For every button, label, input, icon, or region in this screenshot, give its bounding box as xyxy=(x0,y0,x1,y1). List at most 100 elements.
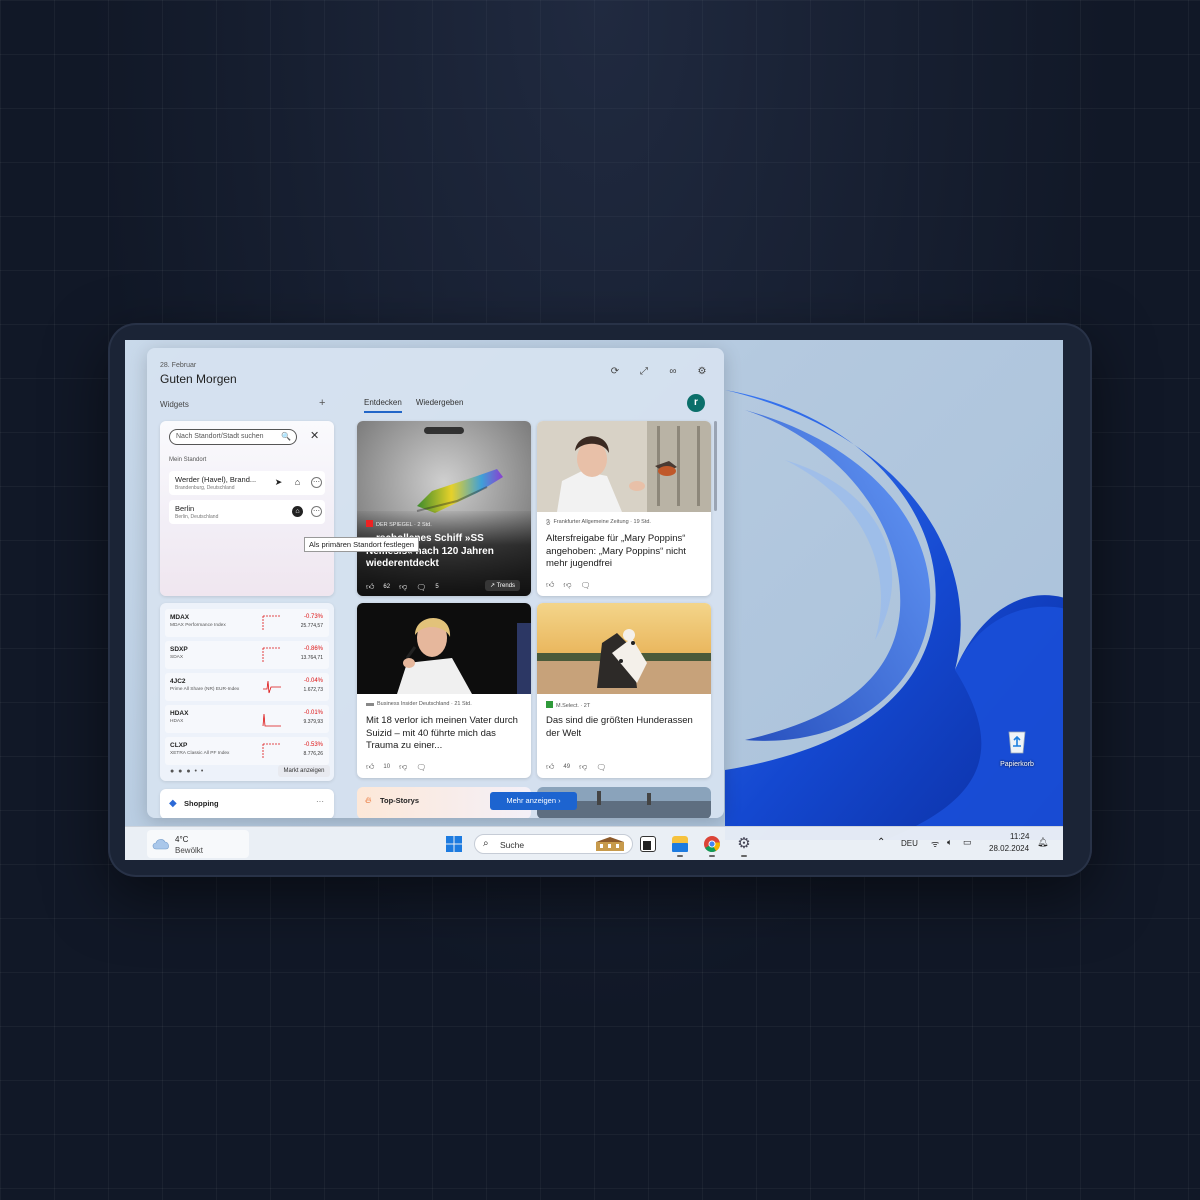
stock-sparkline xyxy=(263,680,281,694)
news-headline[interactable]: Mit 18 verlor ich meinen Vater durch Sui… xyxy=(366,715,526,753)
shopping-label: Shopping xyxy=(184,799,219,808)
trends-badge[interactable]: ↗ Trends xyxy=(485,580,521,591)
add-widget-button[interactable]: + xyxy=(319,397,325,409)
stock-symbol: HDAX xyxy=(170,710,189,717)
speaker-icon[interactable]: 🔈︎ xyxy=(947,837,952,848)
running-indicator xyxy=(741,855,747,857)
thumbs-down-icon[interactable]: 👎︎ xyxy=(399,582,407,592)
keyboard-language[interactable]: DEU xyxy=(901,839,918,848)
more-options-icon[interactable]: ⋯ xyxy=(311,477,322,488)
thumbs-down-icon[interactable]: 👎︎ xyxy=(579,762,587,772)
shopping-widget[interactable]: ◆ Shopping ··· xyxy=(160,789,334,818)
settings-gear-icon[interactable]: ⚙ xyxy=(696,366,708,378)
stock-row[interactable]: 4JC2 Prime All Share (NR) EUR-Index -0.0… xyxy=(165,673,329,701)
news-image-mary-poppins xyxy=(537,421,711,512)
running-indicator xyxy=(709,855,715,857)
clock-time[interactable]: 11:24 xyxy=(1010,832,1029,841)
task-view-glyph xyxy=(643,841,651,850)
location-search-input[interactable]: Nach Standort/Stadt suchen 🔍 xyxy=(169,429,297,445)
like-count: 10 xyxy=(383,764,391,770)
feed-scrollbar[interactable] xyxy=(714,421,717,511)
stock-row[interactable]: MDAX MDAX Performance Index -0.73% 25.77… xyxy=(165,609,329,637)
news-actions: 👍︎ 49 👎︎ 🗨︎ xyxy=(546,762,606,772)
my-location-heading: Mein Standort xyxy=(169,457,207,463)
weather-condition: Bewölkt xyxy=(175,846,204,855)
stock-name: Prime All Share (NR) EUR-Index xyxy=(170,687,240,692)
show-more-button[interactable]: Mehr anzeigen › xyxy=(490,792,577,810)
panel-date: 28. Februar xyxy=(160,362,197,369)
close-icon[interactable]: ✕ xyxy=(310,429,319,442)
more-options-icon[interactable]: ⋯ xyxy=(311,506,322,517)
stock-value: 13.764,71 xyxy=(300,655,323,661)
pagination-dots[interactable]: ● ● ● • • xyxy=(170,768,204,775)
thumbs-down-icon[interactable]: 👎︎ xyxy=(563,580,571,590)
comment-icon[interactable]: 🗨︎ xyxy=(416,583,426,592)
stock-name: SDAX xyxy=(170,655,184,660)
comment-icon[interactable]: 🗨︎ xyxy=(416,763,426,772)
chrome-icon[interactable] xyxy=(704,836,720,852)
task-view-icon[interactable] xyxy=(640,836,656,852)
taskbar-search[interactable]: ⌕ Suche xyxy=(474,834,633,854)
battery-icon[interactable]: ▭ xyxy=(963,837,972,848)
news-card[interactable]: DER SPIEGEL · 2 Std. …rschollenes Schiff… xyxy=(357,421,531,596)
trends-label: Trends xyxy=(496,583,516,589)
thumbs-up-icon[interactable]: 👍︎ xyxy=(546,762,554,772)
faz-logo-icon: 𝔉 xyxy=(546,519,551,526)
settings-gear-icon[interactable]: ⚙ xyxy=(736,836,752,852)
search-icon: 🔍 xyxy=(281,432,291,441)
profile-avatar[interactable]: r xyxy=(687,394,705,412)
stock-change: -0.73% xyxy=(303,614,323,620)
comment-icon[interactable]: 🗨︎ xyxy=(596,763,606,772)
comment-icon[interactable]: 🗨︎ xyxy=(581,581,591,590)
wallpaper-bloom xyxy=(725,390,1063,840)
thumbs-up-icon[interactable]: 👍︎ xyxy=(366,762,374,772)
search-highlight-icon xyxy=(596,837,624,851)
windows-start-icon[interactable] xyxy=(446,836,462,852)
expand-icon[interactable]: ⤢ xyxy=(638,366,650,378)
carousel-indicator[interactable] xyxy=(424,427,464,434)
news-card[interactable]: M.Select. · 2T Das sind die größten Hund… xyxy=(537,603,711,778)
link-icon[interactable]: ∞ xyxy=(667,366,679,378)
wifi-icon[interactable]: ᯤ xyxy=(931,837,939,850)
news-image-speaker xyxy=(357,603,531,694)
stock-sparkline xyxy=(262,615,281,630)
search-icon: ⌕ xyxy=(483,838,489,849)
thumbs-up-icon[interactable]: 👍︎ xyxy=(366,582,374,592)
thumbs-down-icon[interactable]: 👎︎ xyxy=(399,762,407,772)
news-card[interactable]: Business Insider Deutschland · 21 Std. M… xyxy=(357,603,531,778)
stock-change: -0.04% xyxy=(303,678,323,684)
home-icon[interactable]: ⌂ xyxy=(292,506,303,517)
tab-entdecken[interactable]: Entdecken xyxy=(364,398,402,413)
stock-sparkline xyxy=(262,743,281,758)
stock-row[interactable]: CLXP XETRA Classic All PF Index -0.53% 8… xyxy=(165,737,329,765)
file-explorer-icon[interactable] xyxy=(672,836,688,852)
desktop-screen: 28. Februar Guten Morgen ⟳ ⤢ ∞ ⚙ Widgets… xyxy=(125,340,1063,860)
location-item[interactable]: Werder (Havel), Brand... Brandenburg, De… xyxy=(169,471,325,495)
news-card[interactable]: 𝔉 Frankfurter Allgemeine Zeitung · 19 Std… xyxy=(537,421,711,596)
show-market-button[interactable]: Markt anzeigen xyxy=(278,765,330,777)
flame-icon: 🔥︎ xyxy=(365,795,372,805)
stock-symbol: CLXP xyxy=(170,742,188,749)
news-headline[interactable]: Altersfreigabe für „Mary Poppins“ angeho… xyxy=(546,533,706,571)
stock-sparkline xyxy=(262,647,281,662)
chevron-up-icon[interactable]: ⌃ xyxy=(877,837,885,848)
cloudy-icon xyxy=(152,839,169,850)
stock-row[interactable]: HDAX HDAX -0.01% 9.379,93 xyxy=(165,705,329,733)
stock-row[interactable]: SDXP SDAX -0.86% 13.764,71 xyxy=(165,641,329,669)
stock-sparkline xyxy=(262,713,281,727)
stock-name: MDAX Performance Index xyxy=(170,623,226,628)
news-source: 𝔉 Frankfurter Allgemeine Zeitung · 19 Std… xyxy=(546,519,651,526)
news-source-text: M.Select. · 2T xyxy=(556,703,591,709)
news-headline[interactable]: Das sind die größten Hunderassen der Wel… xyxy=(546,715,706,740)
tab-wiedergeben[interactable]: Wiedergeben xyxy=(416,398,464,413)
location-item[interactable]: Berlin Berlin, Deutschland ⌂ ⋯ xyxy=(169,500,325,524)
clock-date[interactable]: 28.02.2024 xyxy=(989,844,1029,853)
recycle-bin[interactable]: Papierkorb xyxy=(995,728,1039,768)
refresh-icon[interactable]: ⟳ xyxy=(609,366,621,378)
notification-bell-icon[interactable]: 🔔︎ xyxy=(1037,837,1048,848)
more-options-icon[interactable]: ··· xyxy=(316,797,324,806)
taskbar-weather[interactable]: 4°C Bewölkt xyxy=(147,830,249,858)
thumbs-up-icon[interactable]: 👍︎ xyxy=(546,580,554,590)
shopping-tag-icon: ◆ xyxy=(169,798,177,809)
home-icon[interactable]: ⌂ xyxy=(292,477,303,488)
